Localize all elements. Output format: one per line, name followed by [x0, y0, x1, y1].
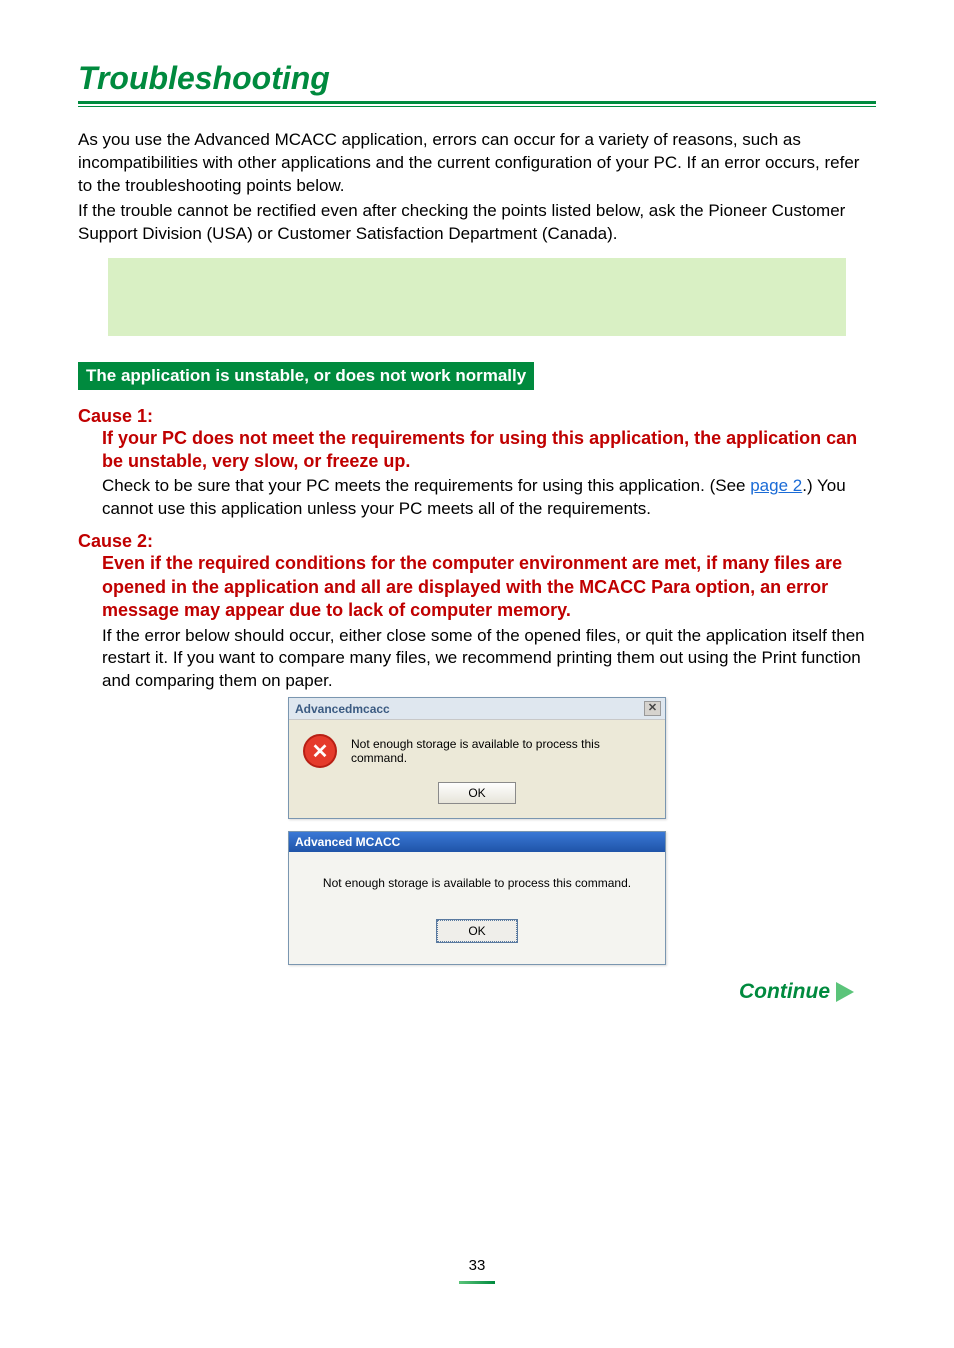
- cause-2-body: If the error below should occur, either …: [102, 625, 876, 694]
- ok-button-label: OK: [468, 924, 485, 938]
- intro-paragraph-1: As you use the Advanced MCACC applicatio…: [78, 129, 876, 198]
- cause-1-block: Cause 1: If your PC does not meet the re…: [78, 406, 876, 522]
- dialog-message: Not enough storage is available to proce…: [309, 876, 645, 890]
- intro-paragraph-2: If the trouble cannot be rectified even …: [78, 200, 876, 246]
- ok-button[interactable]: OK: [437, 920, 517, 942]
- cause-1-body-before: Check to be sure that your PC meets the …: [102, 476, 750, 495]
- section-banner: The application is unstable, or does not…: [78, 362, 534, 390]
- ok-button[interactable]: OK: [438, 782, 516, 804]
- page-number-underline: [459, 1281, 495, 1284]
- cause-1-label: Cause 1:: [78, 406, 876, 427]
- dialog-titlebar: Advancedmcacc ✕: [289, 698, 665, 720]
- dialog-title: Advanced MCACC: [295, 835, 400, 849]
- ok-button-label: OK: [468, 786, 485, 800]
- close-icon: ✕: [648, 703, 657, 714]
- dialog-title: Advancedmcacc: [295, 702, 390, 716]
- dialog-titlebar: Advanced MCACC: [289, 832, 665, 852]
- page-2-link[interactable]: page 2: [750, 476, 802, 495]
- dialog-button-row: OK: [289, 778, 665, 818]
- cause-2-label: Cause 2:: [78, 531, 876, 552]
- error-dialog-xp: Advanced MCACC Not enough storage is ava…: [288, 831, 666, 965]
- page-number: 33: [0, 1257, 954, 1274]
- dialog-button-row: OK: [289, 900, 665, 964]
- continue-link[interactable]: Continue: [739, 980, 854, 1004]
- dialog-body: ✕ Not enough storage is available to pro…: [289, 720, 665, 778]
- dialogs-container: Advancedmcacc ✕ ✕ Not enough storage is …: [78, 697, 876, 965]
- page-title: Troubleshooting: [78, 60, 876, 97]
- cause-2-heading: Even if the required conditions for the …: [102, 552, 876, 622]
- arrow-right-icon: [836, 982, 854, 1002]
- dialog-body: Not enough storage is available to proce…: [289, 852, 665, 900]
- continue-label: Continue: [739, 980, 830, 1004]
- cause-1-body: Check to be sure that your PC meets the …: [102, 475, 876, 521]
- close-button[interactable]: ✕: [644, 701, 661, 716]
- error-dialog-classic: Advancedmcacc ✕ ✕ Not enough storage is …: [288, 697, 666, 819]
- error-icon: ✕: [303, 734, 337, 768]
- cause-2-block: Cause 2: Even if the required conditions…: [78, 531, 876, 693]
- dialog-message: Not enough storage is available to proce…: [351, 737, 651, 765]
- title-rule: [78, 101, 876, 107]
- highlight-box: [108, 258, 846, 336]
- cause-1-heading: If your PC does not meet the requirement…: [102, 427, 876, 474]
